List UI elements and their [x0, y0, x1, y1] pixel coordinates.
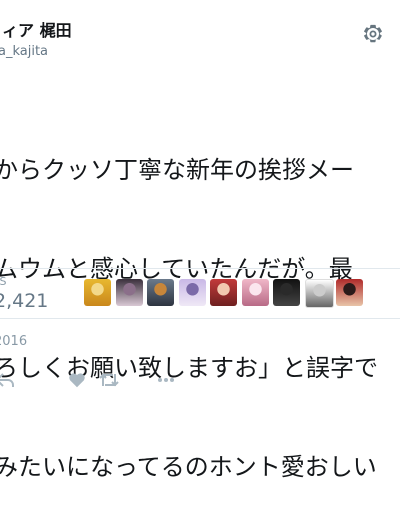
dark-hair-character-avatar[interactable] [115, 279, 143, 306]
username[interactable]: a_kajita [0, 44, 48, 60]
stats-divider-bottom [0, 318, 400, 319]
reply-icon[interactable] [0, 370, 16, 390]
purple-character-avatar[interactable] [178, 279, 206, 306]
tweet-line-4: みたいになってるのホント愛おしい [0, 453, 377, 481]
sketch-character-avatar[interactable] [304, 279, 334, 308]
black-avatar[interactable] [273, 279, 300, 306]
pink-character-avatar[interactable] [241, 279, 269, 306]
more-icon[interactable] [156, 370, 176, 390]
retweet-icon[interactable] [98, 370, 120, 390]
display-name[interactable]: ィア 梶田 [2, 22, 72, 40]
tweet-line-1: からクッソ丁寧な新年の挨拶メー [0, 156, 354, 184]
train-avatar[interactable] [147, 279, 174, 306]
like-icon[interactable] [68, 370, 86, 390]
stats-divider-top [0, 268, 400, 269]
red-outfit-character-avatar[interactable] [336, 279, 363, 306]
tweet-date: 2016 [0, 334, 28, 349]
likes-label: ES [0, 275, 7, 288]
likes-count[interactable]: 2,421 [0, 290, 48, 312]
tweet-line-3: ろしくお願い致しますお」と誤字で [0, 354, 378, 382]
red-hair-character-avatar[interactable] [210, 279, 237, 306]
gear-icon[interactable] [361, 22, 385, 46]
yellow-character-avatar[interactable] [84, 279, 111, 306]
